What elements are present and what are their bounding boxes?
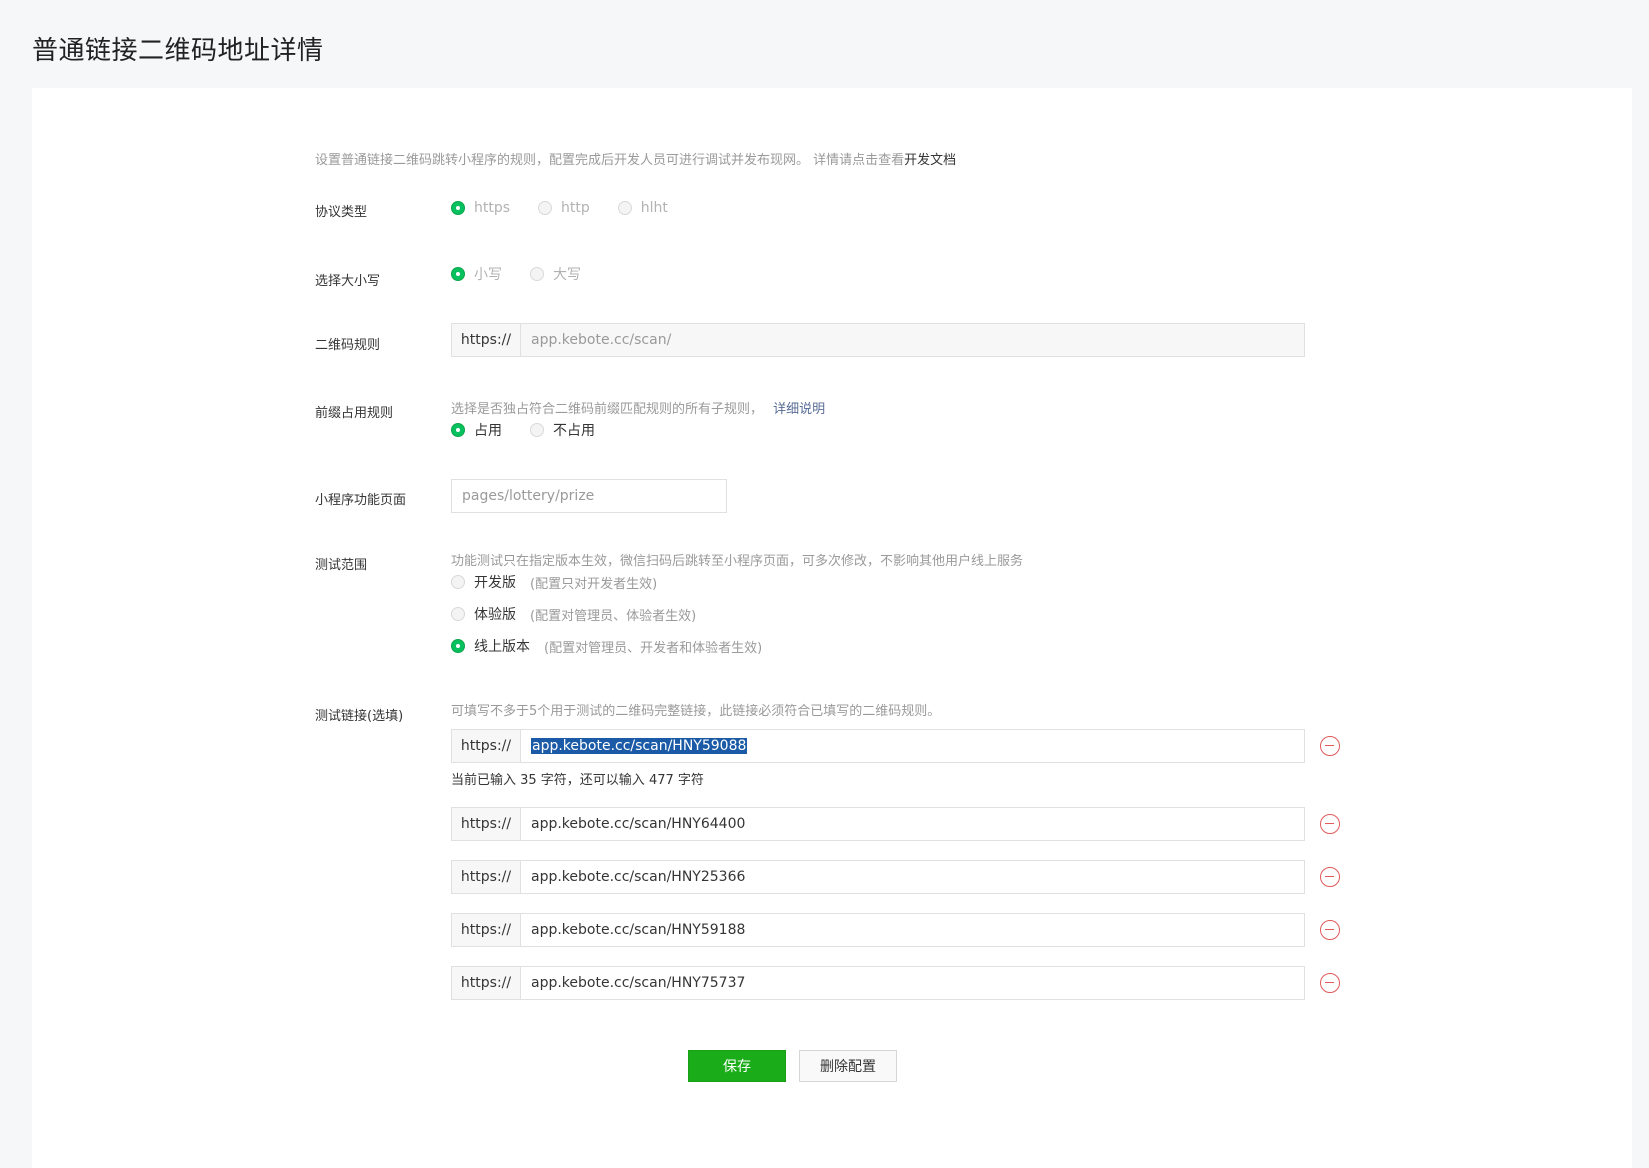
test-links-label: 测试链接(选填) [315, 709, 404, 724]
test-scope-description: 功能测试只在指定版本生效，微信扫码后跳转至小程序页面，可多次修改，不影响其他用户… [451, 554, 1024, 569]
test-link-input[interactable]: https:// app.kebote.cc/scan/HNY25366 [451, 860, 1305, 894]
protocol-option-http[interactable]: http [538, 200, 590, 216]
radio-unchecked-icon [538, 201, 553, 215]
case-option-label: 大写 [553, 267, 581, 283]
test-link-input[interactable]: https:// app.kebote.cc/scan/HNY75737 [451, 966, 1305, 1000]
case-option-upper[interactable]: 大写 [530, 264, 581, 284]
page-path-label: 小程序功能页面 [315, 493, 407, 508]
intro-text: 设置普通链接二维码跳转小程序的规则，配置完成后开发人员可进行调试并发布现网。 详… [315, 153, 905, 168]
test-scope-option-trial: 体验版 (配置对管理员、体验者生效) [451, 604, 724, 624]
prefix-rule-detail-link[interactable]: 详细说明 [773, 402, 825, 417]
delete-config-button[interactable]: 删除配置 [799, 1050, 897, 1082]
page-path-input[interactable]: pages/lottery/prize [451, 479, 727, 513]
intro-description: 设置普通链接二维码跳转小程序的规则，配置完成后开发人员可进行调试并发布现网。 详… [315, 149, 956, 168]
prefix-option-not-occupy[interactable]: 不占用 [530, 420, 595, 440]
scope-option-name: 线上版本 [474, 639, 530, 655]
test-link-input[interactable]: https:// app.kebote.cc/scan/HNY64400 [451, 807, 1305, 841]
scope-option-note: (配置对管理员、开发者和体验者生效) [544, 640, 763, 656]
protocol-option-hlht[interactable]: hlht [617, 200, 668, 216]
page-path-value: pages/lottery/prize [462, 488, 595, 504]
qr-rule-label: 二维码规则 [315, 338, 381, 353]
radio-checked-icon [451, 639, 465, 653]
save-button[interactable]: 保存 [688, 1050, 786, 1082]
remove-link-button[interactable] [1320, 814, 1340, 834]
prefix-option-label: 不占用 [553, 423, 595, 439]
case-option-label: 小写 [474, 267, 502, 283]
scope-option-name: 体验版 [474, 607, 516, 623]
protocol-option-label: hlht [640, 200, 668, 216]
case-radio-group: 小写 大写 [451, 264, 609, 284]
test-link-value: app.kebote.cc/scan/HNY59088 [521, 730, 748, 762]
test-link-value: app.kebote.cc/scan/HNY64400 [531, 816, 746, 832]
radio-unchecked-icon [451, 575, 465, 589]
test-link-input[interactable]: https:// app.kebote.cc/scan/HNY59188 [451, 913, 1305, 947]
scope-option-note: (配置对管理员、体验者生效) [530, 608, 697, 624]
test-scope-label: 测试范围 [315, 558, 368, 573]
radio-checked-icon [451, 201, 465, 215]
dev-docs-link[interactable]: 开发文档 [904, 153, 956, 168]
test-link-prefix: https:// [452, 730, 521, 762]
protocol-radio-group: https http hlht [451, 200, 696, 216]
case-label: 选择大小写 [315, 274, 381, 289]
remove-link-button[interactable] [1320, 736, 1340, 756]
scope-option-dev[interactable]: 开发版 (配置只对开发者生效) [451, 572, 657, 592]
test-link-prefix: https:// [452, 808, 521, 840]
test-links-description: 可填写不多于5个用于测试的二维码完整链接，此链接必须符合已填写的二维码规则。 [451, 704, 941, 719]
qr-rule-input[interactable]: https:// app.kebote.cc/scan/ [451, 323, 1305, 357]
radio-checked-icon [451, 423, 465, 437]
test-link-prefix: https:// [452, 967, 521, 999]
test-link-prefix: https:// [452, 861, 521, 893]
selected-text: app.kebote.cc/scan/HNY59088 [531, 738, 748, 754]
test-link-value: app.kebote.cc/scan/HNY75737 [531, 975, 746, 991]
test-link-prefix: https:// [452, 914, 521, 946]
protocol-label: 协议类型 [315, 205, 368, 220]
prefix-rule-desc-text: 选择是否独占符合二维码前缀匹配规则的所有子规则， [451, 402, 764, 417]
remove-link-button[interactable] [1320, 973, 1340, 993]
test-scope-option-release: 线上版本 (配置对管理员、开发者和体验者生效) [451, 636, 790, 656]
prefix-rule-radio-group: 占用 不占用 [451, 420, 623, 440]
prefix-rule-label: 前缀占用规则 [315, 406, 394, 421]
scope-option-release[interactable]: 线上版本 (配置对管理员、开发者和体验者生效) [451, 636, 762, 656]
scope-option-note: (配置只对开发者生效) [530, 576, 658, 592]
remove-link-button[interactable] [1320, 920, 1340, 940]
qr-rule-prefix: https:// [452, 324, 521, 356]
remove-link-button[interactable] [1320, 867, 1340, 887]
char-count-hint: 当前已输入 35 字符，还可以输入 477 字符 [451, 773, 704, 788]
radio-unchecked-icon [617, 201, 632, 215]
test-link-value: app.kebote.cc/scan/HNY59188 [531, 922, 746, 938]
scope-option-trial[interactable]: 体验版 (配置对管理员、体验者生效) [451, 604, 696, 624]
scope-option-name: 开发版 [474, 575, 516, 591]
protocol-option-https[interactable]: https [451, 200, 510, 216]
protocol-option-label: http [561, 200, 590, 216]
prefix-option-label: 占用 [474, 423, 502, 439]
prefix-option-occupy[interactable]: 占用 [451, 420, 502, 440]
qr-rule-value: app.kebote.cc/scan/ [531, 332, 672, 348]
radio-unchecked-icon [530, 267, 544, 281]
test-link-value: app.kebote.cc/scan/HNY25366 [531, 869, 746, 885]
test-scope-option-dev: 开发版 (配置只对开发者生效) [451, 572, 685, 592]
radio-unchecked-icon [451, 607, 465, 621]
radio-checked-icon [451, 267, 465, 281]
page-title: 普通链接二维码地址详情 [32, 36, 324, 66]
protocol-option-label: https [474, 200, 511, 216]
radio-unchecked-icon [530, 423, 544, 437]
prefix-rule-description: 选择是否独占符合二维码前缀匹配规则的所有子规则， 详细说明 [451, 398, 825, 417]
case-option-lower[interactable]: 小写 [451, 264, 502, 284]
settings-card: 设置普通链接二维码跳转小程序的规则，配置完成后开发人员可进行调试并发布现网。 详… [32, 88, 1632, 1168]
test-link-input[interactable]: https:// app.kebote.cc/scan/HNY59088 [451, 729, 1305, 763]
